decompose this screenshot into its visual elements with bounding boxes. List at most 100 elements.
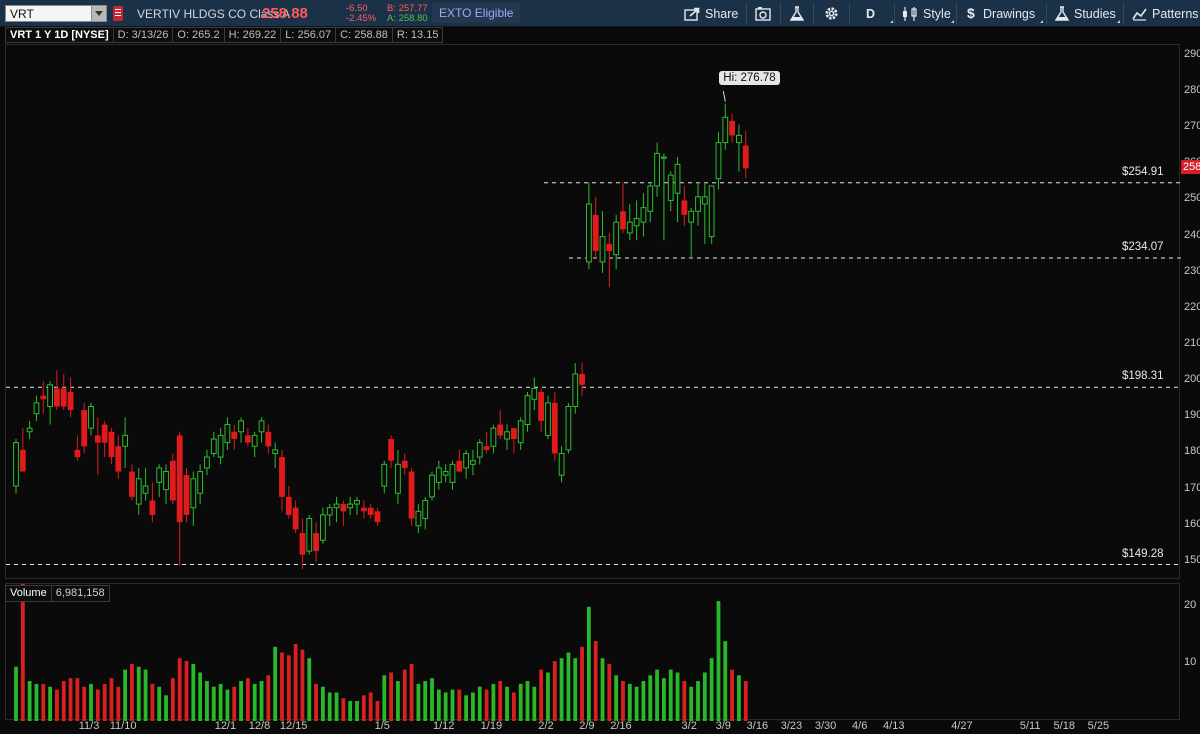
- candle-body: [599, 236, 606, 263]
- candle: [251, 431, 258, 458]
- snapshot-button[interactable]: [755, 3, 771, 24]
- candle: [313, 522, 319, 562]
- drawings-button[interactable]: $ Drawings: [966, 3, 1035, 24]
- candle: [163, 464, 169, 505]
- volume-bar: [355, 701, 359, 721]
- settings-button[interactable]: [824, 3, 839, 24]
- volume-bar: [259, 681, 264, 721]
- volume-bar: [580, 646, 584, 721]
- volume-bar: [245, 678, 250, 721]
- candle: [708, 185, 715, 244]
- candle: [381, 460, 388, 494]
- candle: [354, 496, 360, 515]
- volume-bar: [464, 695, 469, 721]
- chart-app: VERTIV HLDGS CO Class A 258.88 -6.50 -2.…: [0, 0, 1200, 734]
- candle-body: [88, 405, 94, 429]
- info-open: O: 265.2: [173, 27, 225, 43]
- volume-pane[interactable]: [5, 583, 1180, 721]
- date-axis-label: 2/9: [579, 720, 595, 732]
- volume-axis[interactable]: 20 10: [1181, 583, 1200, 720]
- volume-header: Volume 6,981,158: [5, 585, 110, 602]
- volume-bar: [539, 669, 544, 721]
- candle-body: [708, 185, 715, 238]
- volume-bar: [286, 655, 291, 721]
- date-axis-label: 4/6: [852, 720, 868, 732]
- candle: [742, 130, 749, 179]
- candle-body: [313, 533, 319, 552]
- share-button[interactable]: Share: [684, 3, 738, 24]
- candle: [545, 395, 551, 440]
- symbol-input[interactable]: [6, 6, 90, 21]
- candle: [81, 402, 88, 454]
- candle: [54, 370, 60, 411]
- share-label: Share: [705, 6, 739, 21]
- candle-body: [395, 463, 401, 494]
- candle: [408, 467, 415, 526]
- symbol-dropdown-button[interactable]: [91, 6, 106, 21]
- candle: [244, 428, 251, 447]
- candle-body: [238, 420, 244, 433]
- volume-bar: [682, 681, 687, 721]
- volume-bar: [396, 681, 400, 721]
- candle-body: [695, 196, 701, 212]
- candle: [238, 417, 244, 443]
- candle-body: [504, 431, 510, 440]
- candle-body: [401, 460, 408, 468]
- candle: [456, 449, 463, 472]
- candle-body: [538, 392, 545, 421]
- symbol-selector[interactable]: [5, 5, 107, 22]
- candle: [129, 464, 135, 501]
- candle-body: [279, 457, 285, 497]
- volume-bar: [164, 695, 168, 721]
- volume-bar: [89, 683, 93, 721]
- level-label: $149.28: [1122, 547, 1164, 560]
- volume-bar: [593, 641, 598, 721]
- period-button[interactable]: D: [866, 3, 875, 24]
- candle: [204, 449, 210, 476]
- candle: [606, 232, 613, 288]
- patterns-button[interactable]: Patterns: [1132, 3, 1199, 24]
- candle-body: [210, 438, 217, 454]
- candle-body: [606, 243, 613, 252]
- candle-body: [217, 434, 224, 458]
- volume-bar: [532, 686, 537, 721]
- date-axis[interactable]: 11/3 11/10 12/1 12/8 12/15 1/5 1/12 1/19 2/2 2/9 2…: [5, 720, 1200, 734]
- date-axis-label: 5/11: [1019, 720, 1041, 732]
- candle-body: [299, 533, 306, 555]
- volume-title: Volume: [5, 585, 52, 602]
- candle: [442, 464, 449, 483]
- candle: [688, 207, 695, 259]
- candle-body: [667, 174, 674, 201]
- candle-body: [558, 452, 565, 476]
- price-pane[interactable]: [5, 44, 1181, 579]
- symbol-menu-icon[interactable]: [113, 6, 123, 21]
- price-axis-label: 230: [1184, 264, 1200, 277]
- price-axis[interactable]: 2902802702602502402302202102001901801701…: [1181, 44, 1200, 579]
- volume-bar: [20, 584, 25, 721]
- candle-body: [388, 439, 394, 461]
- ask-price: A: 258.80: [387, 13, 428, 24]
- volume-bar: [239, 681, 243, 721]
- candle-body: [565, 405, 572, 451]
- volume-bar: [232, 686, 237, 721]
- volume-bar: [34, 683, 39, 721]
- candle-body: [585, 203, 592, 263]
- flask-icon: [1055, 6, 1069, 21]
- style-button[interactable]: Style: [902, 3, 951, 24]
- candle: [135, 467, 142, 515]
- flask-button[interactable]: [790, 3, 804, 24]
- candle-body: [572, 373, 579, 407]
- candle: [510, 428, 517, 454]
- candle: [360, 500, 367, 519]
- candle-body: [367, 507, 374, 515]
- candle: [176, 431, 183, 566]
- volume-bar: [709, 658, 714, 721]
- price-axis-label: 250: [1184, 192, 1200, 205]
- candle: [558, 446, 565, 483]
- candle-body: [442, 471, 449, 476]
- volume-bar: [471, 692, 475, 721]
- candle-body: [231, 431, 238, 440]
- exto-eligible-badge[interactable]: EXTO Eligible: [432, 3, 521, 23]
- studies-button[interactable]: Studies: [1055, 3, 1116, 24]
- candle-body: [156, 467, 163, 483]
